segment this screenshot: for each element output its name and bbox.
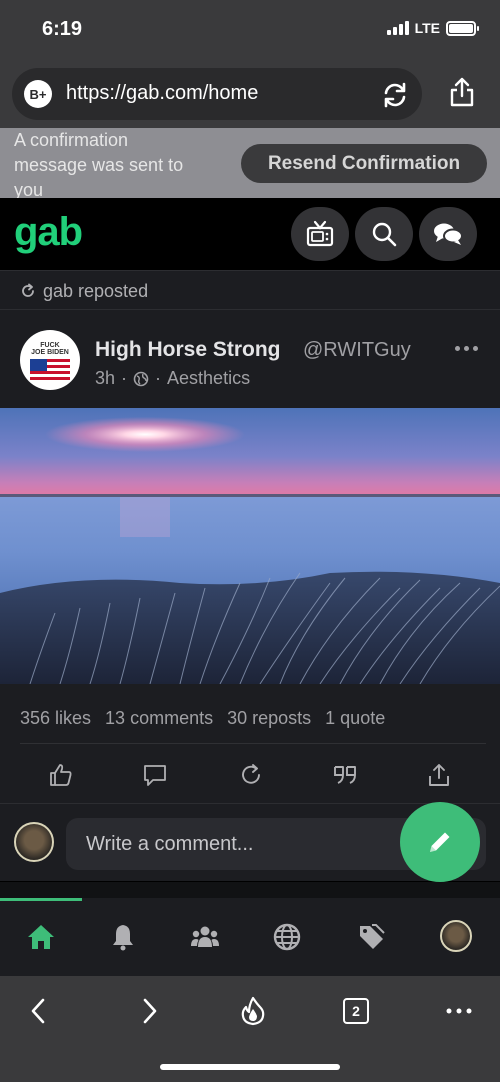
comment-icon[interactable] (142, 762, 168, 788)
browser-address-bar: B+ https://gab.com/home (0, 60, 500, 128)
compose-button[interactable] (400, 802, 480, 882)
comment-placeholder: Write a comment... (86, 833, 254, 855)
post-time[interactable]: 3h (95, 368, 115, 389)
section-separator (0, 882, 500, 898)
repost-small-icon (22, 283, 34, 297)
post-options-icon[interactable] (455, 346, 478, 351)
tags-icon[interactable] (356, 922, 386, 952)
globe-small-icon (133, 371, 149, 386)
chat-icon (434, 223, 463, 245)
post-image[interactable] (0, 408, 500, 684)
meta-separator-2: · (155, 368, 162, 388)
globe-icon[interactable] (272, 922, 302, 952)
status-time: 6:19 (42, 18, 83, 40)
post-header: FUCK JOE BIDEN High Horse Strong @RWITGu… (0, 310, 500, 408)
comments-count[interactable]: 13 comments (105, 708, 213, 729)
network-label: LTE (414, 20, 440, 36)
confirmation-message: A confirmation message was sent to you (14, 130, 184, 200)
confirmation-banner: A confirmation message was sent to you R… (0, 128, 500, 200)
post-stats: 356 likes 13 comments 30 reposts 1 quote (0, 684, 500, 744)
brave-rewards-icon[interactable] (238, 996, 268, 1026)
post-group[interactable]: Aesthetics (167, 368, 250, 389)
status-bar: 6:19 LTE (0, 0, 500, 60)
groups-icon[interactable] (190, 922, 220, 952)
home-icon[interactable] (26, 922, 56, 952)
search-button[interactable] (355, 207, 413, 261)
quote-icon[interactable] (332, 762, 358, 788)
active-tab-indicator (0, 898, 82, 901)
avatar-text-line-2: JOE BIDEN (31, 349, 69, 356)
forward-icon[interactable] (134, 996, 164, 1026)
repost-indicator: gab reposted (0, 270, 500, 310)
browser-toolbar: 2 (0, 976, 500, 1082)
post-meta: 3h · · Aesthetics (95, 368, 250, 389)
author-display-name[interactable]: High Horse Strong (95, 338, 281, 362)
profile-avatar[interactable] (440, 920, 472, 952)
quotes-count[interactable]: 1 quote (325, 708, 385, 729)
brave-shield-icon[interactable]: B+ (24, 80, 52, 108)
home-indicator (160, 1064, 340, 1070)
pencil-icon (430, 832, 450, 852)
chat-button[interactable] (419, 207, 477, 261)
tabs-icon[interactable]: 2 (343, 998, 369, 1024)
back-icon[interactable] (24, 996, 54, 1026)
tv-icon (306, 220, 334, 247)
repost-label[interactable]: gab reposted (43, 281, 148, 302)
repost-icon[interactable] (238, 762, 264, 788)
meta-separator: · (121, 368, 128, 388)
battery-icon (446, 20, 479, 36)
url-text[interactable]: https://gab.com/home (66, 82, 258, 105)
post-actions (0, 744, 500, 804)
like-icon[interactable] (48, 762, 74, 788)
app-header: gab (0, 198, 500, 270)
tv-button[interactable] (291, 207, 349, 261)
share-post-icon[interactable] (426, 762, 452, 788)
author-avatar[interactable]: FUCK JOE BIDEN (20, 330, 80, 390)
url-field[interactable]: B+ https://gab.com/home (12, 68, 422, 120)
share-icon[interactable] (448, 76, 476, 108)
author-handle[interactable]: @RWITGuy (303, 339, 411, 362)
search-icon (372, 222, 397, 247)
status-indicators: LTE (386, 20, 479, 36)
current-user-avatar[interactable] (14, 822, 54, 862)
likes-count[interactable]: 356 likes (20, 708, 91, 729)
app-bottom-nav (0, 898, 500, 976)
reposts-count[interactable]: 30 reposts (227, 708, 311, 729)
avatar-text-line-1: FUCK (40, 342, 60, 349)
resend-confirmation-button[interactable]: Resend Confirmation (241, 144, 487, 183)
bell-icon[interactable] (108, 922, 138, 952)
gab-logo[interactable]: gab (14, 210, 83, 255)
reload-icon[interactable] (380, 80, 410, 110)
signal-icon (386, 21, 409, 35)
more-icon[interactable] (444, 996, 474, 1026)
us-flag-image (30, 359, 70, 381)
